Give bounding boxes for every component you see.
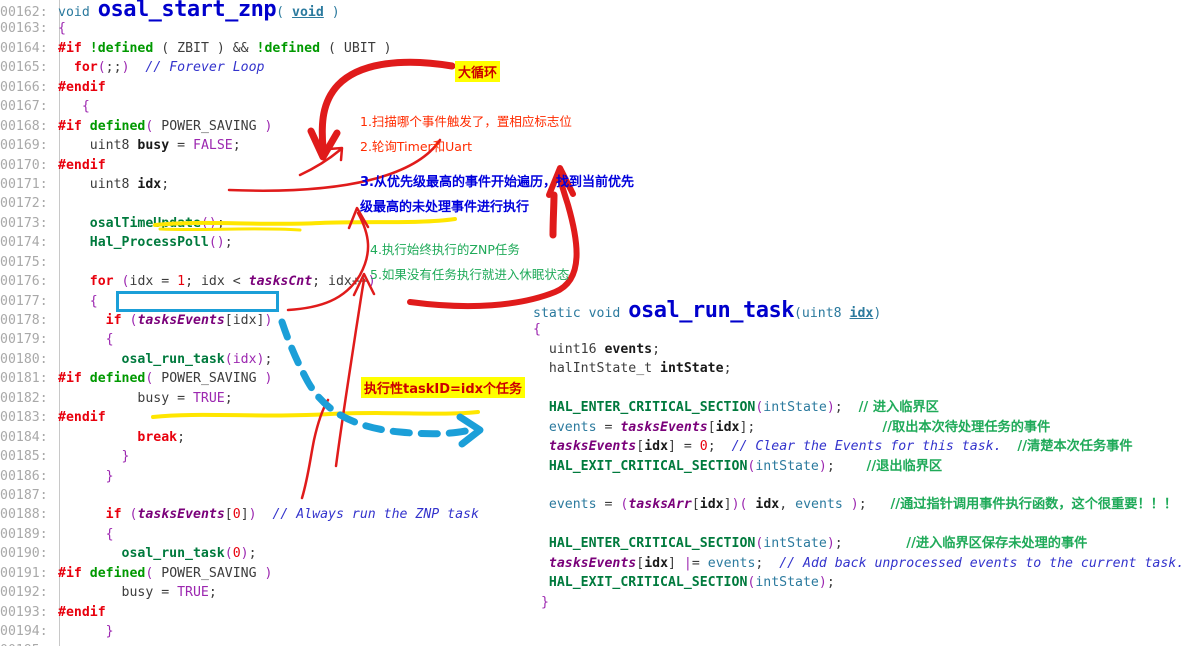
line-number: 00165: <box>0 60 48 76</box>
annotation-note-3-line1: 3.从优先级最高的事件开始遍历，找到当前优先 <box>360 175 634 190</box>
code-line: 00166: #endif <box>0 78 700 97</box>
code-line: 00172: <box>0 194 700 213</box>
code-line: 00167: { <box>0 97 700 116</box>
annotation-note-2: 2.轮询Timer和Uart <box>360 139 473 154</box>
code-line: 00162: void osal_start_znp( void ) <box>0 0 340 22</box>
code-annotation-screenshot: 00162: void osal_start_znp( void ) 00163:{… <box>0 0 1201 646</box>
code-line: 00163:{ <box>0 19 700 38</box>
annotation-note-1: 1.扫描哪个事件触发了，置相应标志位 <box>360 114 572 129</box>
line-number: 00181: <box>0 371 48 387</box>
line-number: 00173: <box>0 215 48 231</box>
code-line: 00195: <box>0 641 700 646</box>
line-number: 00189: <box>0 526 48 542</box>
line-number: 00174: <box>0 235 48 251</box>
annotation-note-4: 4.执行始终执行的ZNP任务 <box>370 242 520 257</box>
line-number: 00195: <box>0 641 58 646</box>
line-number: 00166: <box>0 79 48 95</box>
line-number: 00176: <box>0 274 48 290</box>
line-number: 00194: <box>0 624 48 639</box>
line-number: 00192: <box>0 585 48 601</box>
code-line: tasksEvents[idx] |= events; // Add back … <box>548 555 1185 571</box>
line-number: 00170: <box>0 157 48 173</box>
code-line: events = tasksEvents[idx]; //取出本次待处理任务的事… <box>548 419 1051 435</box>
line-number: 00169: <box>0 138 48 154</box>
code-line: 00176: for (idx = 1; idx < tasksCnt; idx… <box>0 272 700 291</box>
annotation-task-label: 执行性taskID=idx个任务 <box>361 377 526 398</box>
annotation-loop-label: 大循环 <box>455 61 501 82</box>
line-number: 00187: <box>0 487 48 503</box>
line-number: 00186: <box>0 468 48 484</box>
code-line: HAL_EXIT_CRITICAL_SECTION(intState); <box>548 575 835 591</box>
line-number: 00179: <box>0 332 48 348</box>
line-number: 00190: <box>0 546 48 562</box>
code-line: uint16 events; <box>548 341 661 357</box>
line-number: 00182: <box>0 390 48 406</box>
code-line: 00169: uint8 busy = FALSE; <box>0 136 700 155</box>
code-line: halIntState_t intState; <box>548 361 732 377</box>
code-line: 00174: Hal_ProcessPoll(); <box>0 233 700 252</box>
code-line: HAL_ENTER_CRITICAL_SECTION(intState); //… <box>548 400 939 416</box>
code-line: HAL_EXIT_CRITICAL_SECTION(intState); //退… <box>548 458 943 474</box>
code-line: static void osal_run_task(uint8 idx) <box>533 298 882 323</box>
line-number: 00171: <box>0 176 48 192</box>
line-number: 00172: <box>0 196 48 212</box>
line-number: 00193: <box>0 604 48 620</box>
line-number: 00188: <box>0 507 48 523</box>
code-line: HAL_ENTER_CRITICAL_SECTION(intState); //… <box>548 536 1088 552</box>
line-number: 00183: <box>0 410 48 426</box>
line-number: 00184: <box>0 429 48 445</box>
line-number: 00185: <box>0 449 48 465</box>
code-line: 00175: <box>0 253 700 272</box>
annotation-note-3-line2: 级最高的未处理事件进行执行 <box>360 200 530 215</box>
line-number: 00167: <box>0 99 48 115</box>
code-line: 00165: for(;;) // Forever Loop <box>0 58 700 77</box>
code-line: events = (tasksArr[idx])( idx, events );… <box>548 497 1178 513</box>
code-line: 00173: osalTimeUpdate(); <box>0 214 700 233</box>
line-number: 00191: <box>0 565 48 581</box>
line-number: 00164: <box>0 40 48 56</box>
line-number: 00178: <box>0 313 48 328</box>
line-number: 00180: <box>0 351 48 367</box>
code-line: { <box>533 322 541 338</box>
code-line: 00164: #if !defined ( ZBIT ) && !defined … <box>0 39 700 58</box>
line-number: 00177: <box>0 293 48 309</box>
line-number: 00168: <box>0 118 48 134</box>
annotation-note-5: 5.如果没有任务执行就进入休眠状态 <box>370 267 570 282</box>
line-number: 00175: <box>0 254 48 270</box>
right-code-listing[interactable]: static void osal_run_task(uint8 idx){ ui… <box>533 298 1185 612</box>
osal-run-task-highlight-box <box>116 291 279 312</box>
line-number: 00163: <box>0 21 48 37</box>
code-line: tasksEvents[idx] = 0; // Clear the Event… <box>548 439 1133 455</box>
code-line: 00168: #if defined( POWER_SAVING ) <box>0 117 700 136</box>
code-line: } <box>540 594 549 610</box>
code-line: 00194: } <box>0 622 700 641</box>
